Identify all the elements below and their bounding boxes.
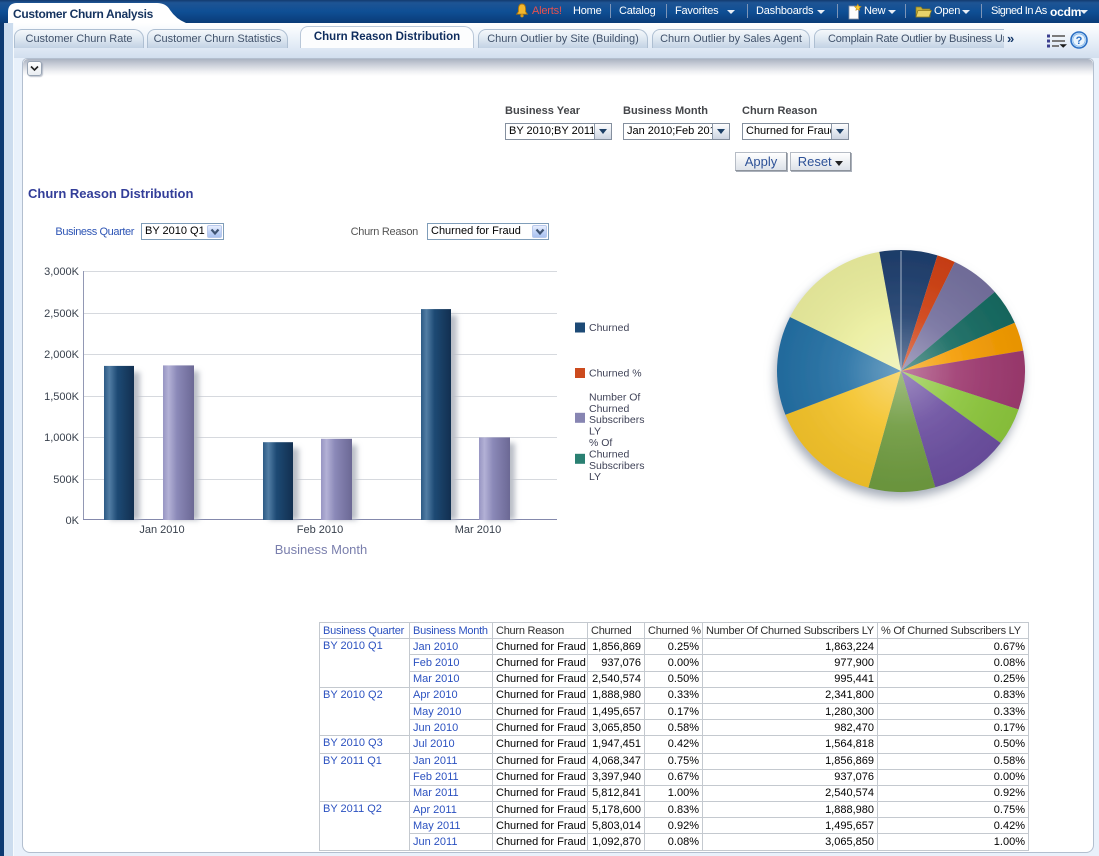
svg-text:Business Month: Business Month (275, 542, 368, 557)
svg-text:3,000K: 3,000K (44, 266, 80, 278)
svg-text:Churned %: Churned % (589, 368, 642, 380)
svg-text:Subscribers: Subscribers (589, 414, 644, 426)
svg-text:2,000K: 2,000K (44, 349, 80, 361)
svg-text:Churned: Churned (589, 403, 629, 415)
svg-text:1,000K: 1,000K (44, 432, 80, 444)
svg-text:500K: 500K (53, 474, 79, 486)
svg-text:2,500K: 2,500K (44, 308, 80, 320)
svg-text:Jan 2010: Jan 2010 (139, 524, 184, 536)
svg-text:Feb 2010: Feb 2010 (297, 524, 343, 536)
svg-text:Mar 2010: Mar 2010 (455, 524, 501, 536)
svg-text:LY: LY (589, 471, 601, 483)
svg-text:Subscribers: Subscribers (589, 460, 644, 472)
svg-text:Number Of: Number Of (589, 392, 640, 404)
svg-text:Churned: Churned (589, 322, 629, 334)
svg-text:1,500K: 1,500K (44, 391, 80, 403)
svg-text:% Of: % Of (589, 437, 612, 449)
svg-text:0K: 0K (66, 515, 80, 527)
svg-text:Churned: Churned (589, 449, 629, 461)
svg-text:LY: LY (589, 425, 601, 437)
